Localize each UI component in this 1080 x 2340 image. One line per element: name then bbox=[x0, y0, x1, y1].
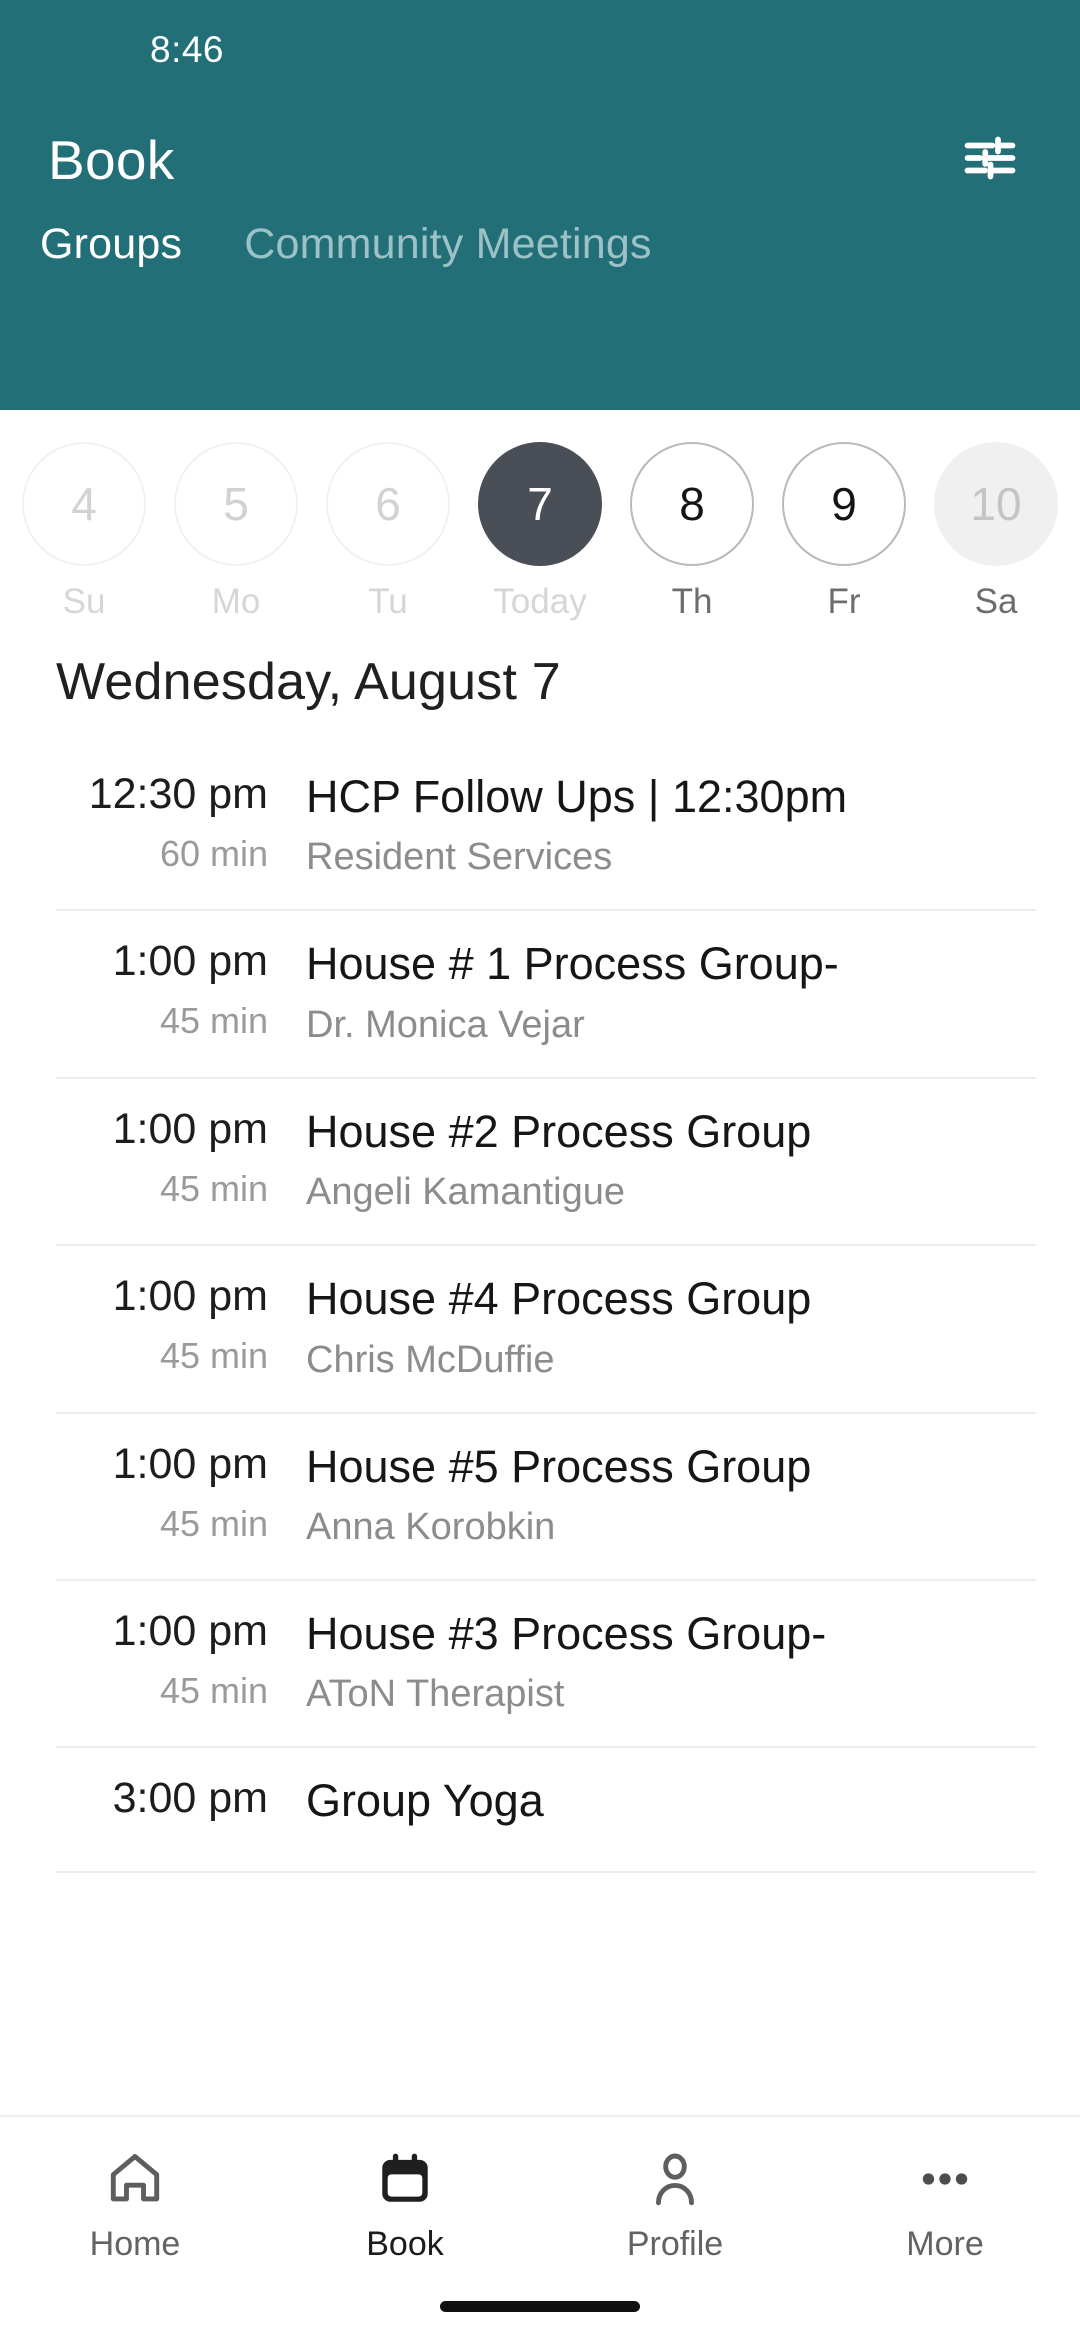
event-row[interactable]: 1:00 pm 45 min House #5 Process Group An… bbox=[56, 1414, 1036, 1581]
date-chip-weekday: Mo bbox=[211, 582, 261, 621]
event-title: House # 1 Process Group- bbox=[306, 938, 839, 990]
app-header: 8:46 Book Groups Community Meetings bbox=[0, 0, 1080, 410]
date-chip-weekday: Fr bbox=[827, 582, 861, 621]
event-time-block: 1:00 pm 45 min bbox=[56, 1607, 306, 1712]
date-chip-weekday: Sa bbox=[974, 582, 1018, 621]
event-start-time: 3:00 pm bbox=[112, 1774, 268, 1823]
event-duration: 45 min bbox=[159, 1000, 268, 1042]
date-chip-9[interactable]: 9 Fr bbox=[768, 442, 920, 622]
event-start-time: 1:00 pm bbox=[112, 1606, 268, 1655]
event-row[interactable]: 1:00 pm 45 min House # 1 Process Group- … bbox=[56, 911, 1036, 1079]
date-chip-7-today[interactable]: 7 Today bbox=[464, 442, 616, 622]
page-title: Book bbox=[48, 129, 175, 191]
event-title: House #4 Process Group bbox=[306, 1273, 812, 1325]
nav-item-label: More bbox=[906, 2225, 984, 2263]
date-chip-number: 7 bbox=[478, 442, 602, 566]
date-chip-weekday: Today bbox=[493, 582, 587, 621]
nav-item-label: Home bbox=[89, 2225, 181, 2263]
bottom-navigation-bar: Home Book Profile More bbox=[0, 2115, 1080, 2340]
event-title: House #5 Process Group bbox=[306, 1440, 812, 1492]
date-chip-6[interactable]: 6 Tu bbox=[312, 442, 464, 622]
event-detail-block: House #5 Process Group Anna Korobkin bbox=[306, 1440, 1036, 1549]
event-subtitle: Angeli Kamantigue bbox=[306, 1171, 625, 1214]
date-chip-weekday: Th bbox=[671, 582, 713, 621]
event-detail-block: House #3 Process Group- AToN Therapist bbox=[306, 1607, 1036, 1716]
event-detail-block: House #4 Process Group Chris McDuffie bbox=[306, 1272, 1036, 1381]
event-list: 12:30 pm 60 min HCP Follow Ups | 12:30pm… bbox=[0, 756, 1080, 1873]
date-chip-weekday: Tu bbox=[368, 582, 408, 621]
event-start-time: 1:00 pm bbox=[112, 937, 268, 986]
event-title: House #3 Process Group- bbox=[306, 1607, 827, 1659]
event-time-block: 1:00 pm 45 min bbox=[56, 937, 306, 1042]
event-subtitle: Anna Korobkin bbox=[306, 1505, 556, 1548]
event-detail-block: House # 1 Process Group- Dr. Monica Veja… bbox=[306, 937, 1036, 1046]
event-subtitle: Chris McDuffie bbox=[306, 1338, 555, 1381]
event-duration: 45 min bbox=[159, 1167, 268, 1209]
event-detail-block: House #2 Process Group Angeli Kamantigue bbox=[306, 1105, 1036, 1214]
person-icon bbox=[644, 2143, 706, 2215]
event-detail-block: HCP Follow Ups | 12:30pm Resident Servic… bbox=[306, 770, 1036, 879]
date-chip-number: 8 bbox=[630, 442, 754, 566]
date-chip-4[interactable]: 4 Su bbox=[8, 442, 160, 622]
status-bar-clock: 8:46 bbox=[150, 29, 225, 70]
date-chip-number: 10 bbox=[934, 442, 1058, 566]
event-subtitle: AToN Therapist bbox=[306, 1673, 565, 1716]
event-time-block: 3:00 pm bbox=[56, 1774, 306, 1837]
event-subtitle: Dr. Monica Vejar bbox=[306, 1003, 585, 1046]
event-start-time: 12:30 pm bbox=[88, 770, 268, 818]
event-time-block: 1:00 pm 45 min bbox=[56, 1272, 306, 1377]
date-chip-8[interactable]: 8 Th bbox=[616, 442, 768, 622]
event-detail-block: Group Yoga bbox=[306, 1774, 1036, 1840]
nav-item-profile[interactable]: Profile bbox=[540, 2143, 810, 2264]
nav-item-more[interactable]: More bbox=[810, 2143, 1080, 2264]
event-time-block: 1:00 pm 45 min bbox=[56, 1440, 306, 1545]
event-row[interactable]: 1:00 pm 45 min House #2 Process Group An… bbox=[56, 1079, 1036, 1247]
event-title: HCP Follow Ups | 12:30pm bbox=[306, 771, 848, 822]
date-chip-weekday: Su bbox=[62, 582, 106, 621]
event-duration: 45 min bbox=[159, 1335, 268, 1377]
date-chip-number: 9 bbox=[782, 442, 906, 566]
nav-item-book[interactable]: Book bbox=[270, 2143, 540, 2264]
event-duration: 45 min bbox=[159, 1669, 268, 1711]
event-row[interactable]: 1:00 pm 45 min House #3 Process Group- A… bbox=[56, 1581, 1036, 1749]
nav-item-home[interactable]: Home bbox=[0, 2143, 270, 2264]
date-chip-10[interactable]: 10 Sa bbox=[920, 442, 1072, 622]
date-chip-number: 6 bbox=[326, 442, 450, 566]
header-tabs: Groups Community Meetings bbox=[0, 220, 1080, 313]
event-row[interactable]: 1:00 pm 45 min House #4 Process Group Ch… bbox=[56, 1246, 1036, 1414]
event-duration: 60 min bbox=[159, 833, 268, 874]
event-row[interactable]: 12:30 pm 60 min HCP Follow Ups | 12:30pm… bbox=[56, 756, 1036, 912]
event-row[interactable]: 3:00 pm Group Yoga bbox=[56, 1748, 1036, 1873]
date-chip-number: 4 bbox=[22, 442, 146, 566]
ellipsis-icon bbox=[914, 2143, 976, 2215]
date-chip-5[interactable]: 5 Mo bbox=[160, 442, 312, 622]
filter-button[interactable] bbox=[952, 122, 1028, 198]
event-subtitle: Resident Services bbox=[306, 836, 613, 879]
home-icon bbox=[104, 2143, 166, 2215]
home-indicator-bar bbox=[440, 2301, 640, 2312]
tab-community-meetings[interactable]: Community Meetings bbox=[244, 220, 651, 269]
calendar-icon bbox=[374, 2143, 436, 2215]
nav-item-label: Book bbox=[366, 2225, 444, 2263]
event-duration: 45 min bbox=[159, 1502, 268, 1544]
event-time-block: 12:30 pm 60 min bbox=[56, 770, 306, 875]
nav-item-label: Profile bbox=[626, 2225, 724, 2263]
tune-sliders-icon bbox=[960, 128, 1020, 193]
date-chip-number: 5 bbox=[174, 442, 298, 566]
event-title: House #2 Process Group bbox=[306, 1105, 812, 1157]
event-time-block: 1:00 pm 45 min bbox=[56, 1105, 306, 1210]
event-start-time: 1:00 pm bbox=[112, 1104, 268, 1153]
event-title: Group Yoga bbox=[306, 1775, 544, 1827]
title-bar: Book bbox=[0, 100, 1080, 220]
event-start-time: 1:00 pm bbox=[112, 1272, 268, 1321]
event-start-time: 1:00 pm bbox=[112, 1439, 268, 1488]
status-bar: 8:46 bbox=[0, 0, 1080, 100]
date-selector-strip: 4 Su 5 Mo 6 Tu 7 Today 8 Th 9 Fr 10 Sa bbox=[0, 410, 1080, 621]
tab-groups[interactable]: Groups bbox=[40, 220, 182, 269]
